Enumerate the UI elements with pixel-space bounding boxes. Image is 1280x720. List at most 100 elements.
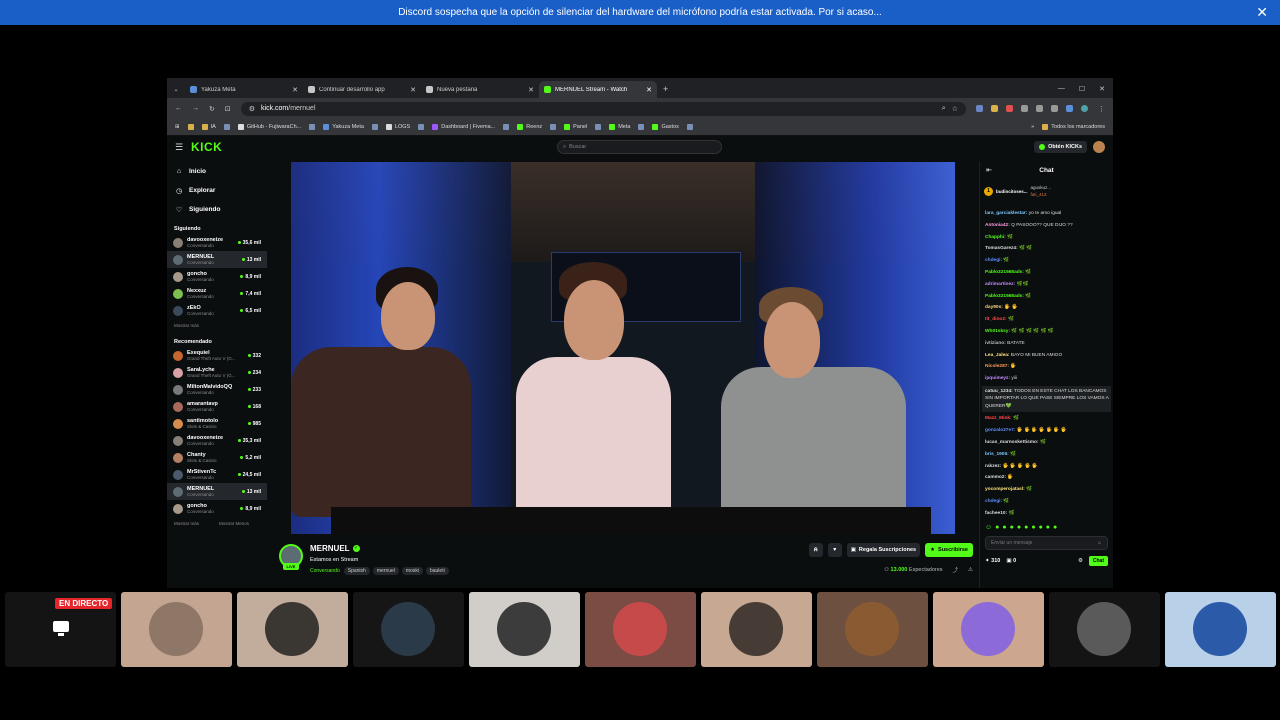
chat-username[interactable]: chdegi: [985,258,1002,263]
chat-username[interactable]: catuu_1234: [985,389,1013,394]
stream-category[interactable]: Conversando [310,568,340,574]
user-avatar[interactable] [1093,141,1105,153]
bookmark-item[interactable] [638,124,645,130]
sidebar-channel[interactable]: davooxeneize Conversando 35,6 mil [167,234,267,251]
sidebar-channel[interactable]: santimotolo Slots & Casino 985 [167,415,267,432]
bookmark-item[interactable]: Panel [564,124,587,130]
site-info-icon[interactable]: ⚙ [249,105,255,113]
chat-username[interactable]: Pablo321568ads: [985,270,1024,275]
extension-icon[interactable] [1006,105,1013,112]
bookmark-item[interactable]: Meta [609,124,630,130]
bookmark-item[interactable]: IA [201,124,216,130]
emote-icon[interactable]: ● [1002,524,1006,531]
folder-icon[interactable] [187,124,194,130]
bookmark-item[interactable]: Gastos [652,124,679,130]
chat-input[interactable]: Enviar un mensaje ☺ [985,536,1108,550]
emote-icon[interactable]: ☺ [985,524,992,531]
chat-username[interactable]: gonzalo37e7: [985,428,1015,433]
emote-icon[interactable]: ● [1031,524,1035,531]
chat-username[interactable]: adrimartinez: [985,282,1015,287]
chat-settings-icon[interactable]: ⚙ [1078,558,1083,564]
layout-icon[interactable]: ⊡ [225,105,231,113]
extension-icon[interactable] [991,105,998,112]
chat-username[interactable]: Chapphi: [985,235,1006,240]
share-icon[interactable]: ⤴ [953,566,959,574]
nav-following[interactable]: ♡ Siguiendo [167,200,267,219]
sidebar-channel[interactable]: MERNUEL Conversando 13 mil [167,251,267,268]
nav-home[interactable]: ⌂ Inicio [167,162,267,181]
video-player[interactable] [291,162,955,534]
bookmark-item[interactable]: LOGS [385,124,410,130]
profile-icon[interactable] [1081,105,1088,112]
chat-username[interactable]: lara_garciaklestar: [985,211,1027,216]
emoji-icon[interactable]: ☺ [1097,540,1102,546]
participant-thumbnail[interactable] [585,592,696,667]
sidebar-channel[interactable]: Nexxuz Conversando 7,4 mil [167,285,267,302]
sidebar-channel[interactable]: Exequiel Grand Theft Auto V (G... 332 [167,347,267,364]
back-icon[interactable]: ← [175,105,182,112]
tab-close-icon[interactable]: ✕ [410,86,416,94]
participant-thumbnail[interactable] [237,592,348,667]
send-chat-button[interactable]: Chat [1088,556,1108,566]
get-kicks-button[interactable]: Obtén KICKs [1034,141,1087,153]
all-bookmarks-folder[interactable]: Todos los marcadores [1042,124,1105,130]
stream-tag[interactable]: mernuel [372,567,399,575]
bookmark-item[interactable] [550,124,557,130]
nav-explore[interactable]: ◷ Explorar [167,181,267,200]
bookmark-item[interactable] [686,124,693,130]
chat-username[interactable]: ipquimeyz: [985,376,1010,381]
emote-icon[interactable]: ● [1046,524,1050,531]
bookmark-item[interactable] [223,124,230,130]
show-more-link[interactable]: Mostrar más [174,323,199,328]
participant-thumbnail[interactable] [817,592,928,667]
sidebar-channel[interactable]: amarantavp Conversando 168 [167,398,267,415]
top-gifter[interactable]: aguskuz... [1031,185,1052,190]
sidebar-channel[interactable]: MERNUEL Conversando 13 mil [167,483,267,500]
tab-close-icon[interactable]: ✕ [528,86,534,94]
chat-username[interactable]: Lea_Jalea: [985,353,1010,358]
chat-username[interactable]: cammo2: [985,475,1006,480]
notifications-button[interactable]: ⍾ [808,543,823,557]
close-icon[interactable]: ✕ [1256,4,1268,21]
bookmark-item[interactable] [418,124,425,130]
browser-tab[interactable]: Continuar desarrollo app ✕ [303,81,421,98]
tab-search-icon[interactable]: ⌄ [167,86,185,98]
extension-icon[interactable] [1066,105,1073,112]
extension-icon[interactable] [1036,105,1043,112]
apps-icon[interactable]: ⊞ [175,124,180,130]
chat-username[interactable]: yocomperojatasl: [985,487,1025,492]
participant-thumbnail[interactable] [701,592,812,667]
browser-tab[interactable]: Nueva pestaña ✕ [421,81,539,98]
extension-icon[interactable] [1021,105,1028,112]
participant-thumbnail[interactable] [1165,592,1276,667]
bookmark-item[interactable]: Reenz [517,124,542,130]
search-input[interactable]: ⌕ Buscar [557,140,722,154]
emote-icon[interactable]: ● [995,524,999,531]
emote-icon[interactable]: ● [1010,524,1014,531]
minimize-icon[interactable]: — [1058,85,1065,93]
sidebar-channel[interactable]: MrStivenTc Conversando 24,5 mil [167,466,267,483]
browser-tab[interactable]: MERNUEL Stream - Watch ✕ [539,81,657,98]
bookmark-star-icon[interactable]: ☆ [952,105,958,113]
participant-thumbnail[interactable]: EN DIRECTO [5,592,116,667]
chat-username[interactable]: Pablo321568ads: [985,294,1024,299]
sidebar-channel[interactable]: zEkO Conversando 6,5 mil [167,302,267,319]
show-more-link[interactable]: Mostrar más [174,521,199,526]
emote-icon[interactable]: ● [1017,524,1021,531]
zoom-icon[interactable]: ⌕ [942,105,946,113]
chat-username[interactable]: ivtiziano: [985,341,1006,346]
reload-icon[interactable]: ↻ [209,105,215,113]
emote-icon[interactable]: ● [1053,524,1057,531]
top-gifter[interactable]: fati_412 [1031,192,1052,197]
sidebar-channel[interactable]: MiltonMalvidoQQ Conversando 233 [167,381,267,398]
chat-username[interactable]: chdegi: [985,499,1002,504]
bookmark-item[interactable]: Yakuza Meta [323,124,364,130]
participant-thumbnail[interactable] [353,592,464,667]
chat-username[interactable]: lucas_marnoskettismo: [985,440,1039,445]
emote-icon[interactable]: ● [1039,524,1043,531]
chat-username[interactable]: day90s: [985,305,1003,310]
bookmark-item[interactable] [595,124,602,130]
chat-username[interactable]: fachee10: [985,511,1007,516]
participant-thumbnail[interactable] [933,592,1044,667]
collapse-chat-icon[interactable]: ⇤ [986,166,992,174]
